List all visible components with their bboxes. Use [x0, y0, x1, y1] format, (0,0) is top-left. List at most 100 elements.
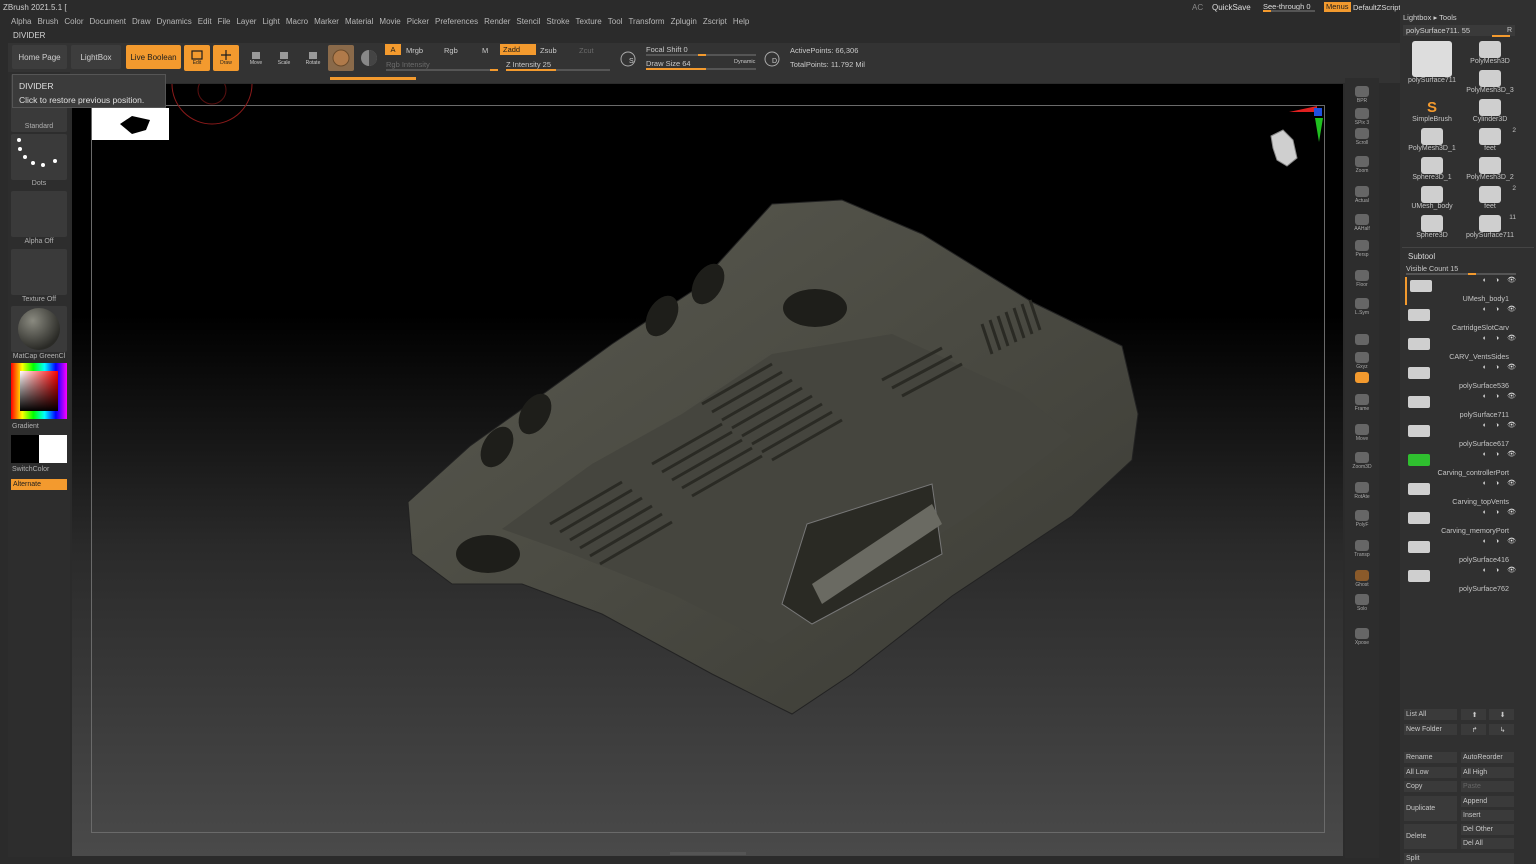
polyf-button[interactable]: PolyF	[1348, 504, 1376, 528]
menu-marker[interactable]: Marker	[313, 17, 344, 26]
rotate-axis-button[interactable]	[1348, 360, 1376, 384]
eye-icon[interactable]: ◐ ◑ 👁	[1483, 450, 1519, 458]
menu-tool[interactable]: Tool	[607, 17, 628, 26]
model-render[interactable]	[72, 84, 1343, 856]
subtool-row[interactable]: ◐ ◑ 👁 UMesh_body1	[1405, 277, 1519, 305]
solo-button[interactable]: Solo	[1348, 588, 1376, 612]
focal-shift-icon[interactable]: S	[619, 50, 639, 68]
folder-out-button[interactable]: ↳	[1489, 724, 1514, 735]
dynamic-toggle[interactable]: Dynamic	[734, 59, 755, 65]
menu-zplugin[interactable]: Zplugin	[670, 17, 702, 26]
zscript-label[interactable]: DefaultZScript	[1353, 3, 1401, 12]
focal-shift-slider[interactable]: Focal Shift 0	[646, 45, 688, 54]
menu-stencil[interactable]: Stencil	[515, 17, 545, 26]
aahalf-button[interactable]: AAHalf	[1348, 208, 1376, 232]
rotate-view-button[interactable]: RotAte	[1348, 476, 1376, 500]
rotate-button[interactable]: Rotate	[300, 45, 326, 71]
new-folder-button[interactable]: New Folder	[1404, 724, 1457, 735]
dynamic-size-icon[interactable]: D	[763, 50, 783, 68]
lightbox-button[interactable]: LightBox	[71, 45, 121, 69]
eye-icon[interactable]: ◐ ◑ 👁	[1483, 566, 1519, 574]
menu-file[interactable]: File	[217, 17, 236, 26]
menu-light[interactable]: Light	[261, 17, 284, 26]
eye-icon[interactable]: ◐ ◑ 👁	[1483, 334, 1519, 342]
draw-size-slider[interactable]: Draw Size 64	[646, 59, 691, 68]
zsub-button[interactable]: Zsub	[540, 46, 557, 55]
menu-material[interactable]: Material	[344, 17, 378, 26]
move-view-button[interactable]: Move	[1348, 418, 1376, 442]
menu-document[interactable]: Document	[89, 17, 131, 26]
menu-alpha[interactable]: Alpha	[10, 17, 36, 26]
eye-icon[interactable]: ◐ ◑ 👁	[1483, 479, 1519, 487]
folder-in-button[interactable]: ↱	[1461, 724, 1486, 735]
del-all-button[interactable]: Del All	[1461, 838, 1514, 849]
persp-button[interactable]: Persp	[1348, 234, 1376, 258]
menu-brush[interactable]: Brush	[36, 17, 63, 26]
menu-color[interactable]: Color	[63, 17, 88, 26]
zoom-button[interactable]: Zoom	[1348, 150, 1376, 174]
subtool-row[interactable]: ◐ ◑ 👁 polySurface711	[1405, 393, 1519, 421]
stroke-button[interactable]	[11, 134, 67, 180]
subtool-row[interactable]: ◐ ◑ 👁 Carving_topVents	[1405, 480, 1519, 508]
menu-layer[interactable]: Layer	[235, 17, 261, 26]
edit-button[interactable]: Edit	[184, 45, 210, 71]
menus-toggle[interactable]: Menus	[1324, 2, 1351, 12]
draw-button[interactable]: Draw	[213, 45, 239, 71]
menu-picker[interactable]: Picker	[406, 17, 434, 26]
bottom-divider-handle[interactable]	[670, 852, 746, 855]
tool-thumb-13[interactable]: polySurface711 11	[1462, 214, 1518, 242]
switchcolor-button[interactable]: SwitchColor	[12, 466, 49, 473]
paste-button[interactable]: Paste	[1461, 781, 1514, 792]
insert-button[interactable]: Insert	[1461, 810, 1514, 821]
m-button[interactable]: M	[482, 46, 488, 55]
scale-button[interactable]: Scale	[271, 45, 297, 71]
zoom3d-button[interactable]: Zoom3D	[1348, 446, 1376, 470]
secondary-color-swatch[interactable]	[39, 435, 67, 463]
xpose-button[interactable]: Xpose	[1348, 622, 1376, 646]
alternate-button[interactable]: Alternate	[11, 479, 67, 490]
auto-reorder-button[interactable]: AutoReorder	[1461, 752, 1514, 763]
menu-help[interactable]: Help	[732, 17, 754, 26]
menu-preferences[interactable]: Preferences	[434, 17, 483, 26]
tool-thumb-9[interactable]: PolyMesh3D_2	[1462, 156, 1518, 184]
copy-button[interactable]: Copy	[1404, 781, 1457, 792]
tool-thumb-11[interactable]: feet 2	[1462, 185, 1518, 213]
move-button[interactable]: Move	[243, 45, 269, 71]
tool-thumb-10[interactable]: UMesh_body	[1404, 185, 1460, 213]
r-button[interactable]: R	[1507, 27, 1512, 34]
color-picker[interactable]	[11, 363, 67, 419]
eye-icon[interactable]: ◐ ◑ 👁	[1483, 276, 1519, 284]
subtool-row[interactable]: ◐ ◑ 👁 CARV_VentsSides	[1405, 335, 1519, 363]
material-button[interactable]	[11, 306, 67, 352]
subtool-row[interactable]: ◐ ◑ 👁 CartridgeSlotCarv	[1405, 306, 1519, 334]
menu-stroke[interactable]: Stroke	[545, 17, 574, 26]
eye-icon[interactable]: ◐ ◑ 👁	[1483, 392, 1519, 400]
quicksave-button[interactable]: QuickSave	[1212, 3, 1251, 12]
mrgb-button[interactable]: Mrgb	[406, 46, 423, 55]
del-other-button[interactable]: Del Other	[1461, 824, 1514, 835]
texture-button[interactable]	[11, 249, 67, 295]
tool-thumb-5[interactable]: Cylinder3D	[1462, 98, 1518, 126]
duplicate-button[interactable]: Duplicate	[1404, 796, 1457, 821]
menu-texture[interactable]: Texture	[575, 17, 607, 26]
eye-icon[interactable]: ◐ ◑ 👁	[1483, 305, 1519, 313]
frame-button[interactable]: Frame	[1348, 388, 1376, 412]
visible-count-slider[interactable]: Visible Count 15	[1406, 264, 1458, 273]
tool-thumb-12[interactable]: Sphere3D	[1404, 214, 1460, 242]
subtool-row[interactable]: ◐ ◑ 👁 polySurface617	[1405, 422, 1519, 450]
canvas-viewport[interactable]	[72, 84, 1343, 856]
lsym-button[interactable]: L.Sym	[1348, 292, 1376, 316]
subtool-row[interactable]: ◐ ◑ 👁 polySurface762	[1405, 567, 1519, 595]
scroll-button[interactable]: Scroll	[1348, 122, 1376, 146]
lock-button[interactable]	[1348, 322, 1376, 346]
list-all-button[interactable]: List All	[1404, 709, 1457, 720]
menu-macro[interactable]: Macro	[285, 17, 313, 26]
home-page-button[interactable]: Home Page	[12, 45, 67, 69]
floor-button[interactable]: Floor	[1348, 264, 1376, 288]
menu-draw[interactable]: Draw	[131, 17, 156, 26]
tool-thumb-2[interactable]	[1404, 69, 1460, 97]
zcut-button[interactable]: Zcut	[579, 46, 594, 55]
rgb-intensity-slider[interactable]: Rgb Intensity	[386, 60, 430, 69]
split-section[interactable]: Split	[1404, 853, 1514, 864]
main-color-swatch[interactable]	[11, 435, 39, 463]
